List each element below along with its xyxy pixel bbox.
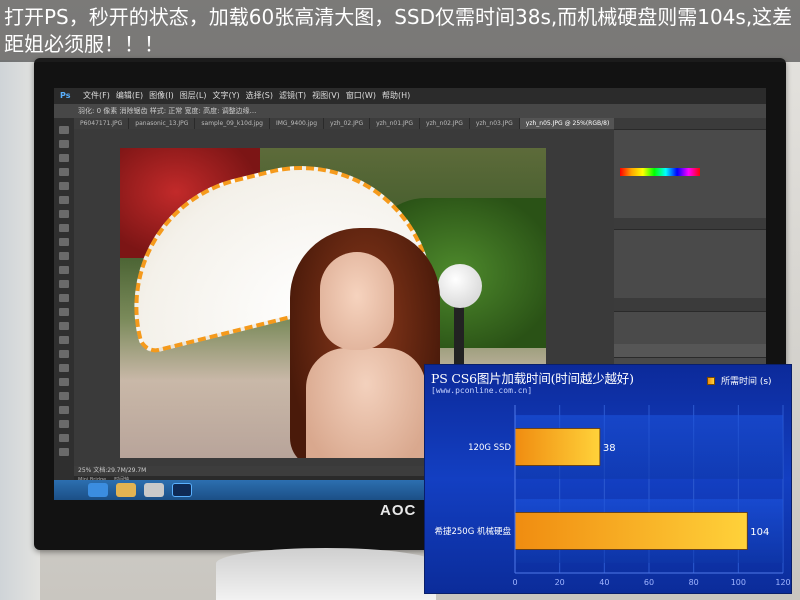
app-icon [144,483,164,497]
x-tick-label: 80 [689,578,699,587]
panel-header [614,218,766,230]
tool-icon[interactable] [59,210,69,218]
bar [514,512,748,550]
photoshop-menu-item[interactable]: 编辑(E) [116,88,143,104]
tool-icon[interactable] [59,182,69,190]
monitor-brand-logo: AOC [380,502,417,519]
photoshop-document-tab[interactable]: IMG_9400.jpg [270,118,325,129]
load-time-chart: PS CS6图片加载时间(时间越少越好) [www.pconline.com.c… [424,364,792,594]
color-spectrum [620,168,700,176]
photoshop-menu-item[interactable]: 选择(S) [246,88,273,104]
panel-header [614,118,766,130]
tool-icon[interactable] [59,406,69,414]
tool-icon[interactable] [59,280,69,288]
photoshop-menu-item[interactable]: 视图(V) [312,88,340,104]
photoshop-document-tab[interactable]: panasonic_13.JPG [129,118,196,129]
lamp-globe [438,264,482,308]
photoshop-menus: 文件(F) 编辑(E) 图像(I) 图层(L) 文字(Y) 选择(S) 滤镜(T) 视图(V)… [83,91,416,100]
chart-plot: 38 120G SSD 104 希捷250G 机械硬盘 0 20 40 60 80 100 120 [434,405,791,587]
photoshop-toolbar [54,118,74,488]
tool-icon[interactable] [59,154,69,162]
tool-icon[interactable] [59,378,69,386]
ie-icon [88,483,108,497]
data-label: 104 [750,527,769,538]
x-tick-label: 120 [775,578,790,587]
data-label: 38 [603,443,616,454]
tool-icon[interactable] [59,336,69,344]
tool-icon[interactable] [59,322,69,330]
x-tick-label: 20 [555,578,565,587]
tool-icon[interactable] [59,434,69,442]
photoshop-menu-item[interactable]: 文件(F) [83,88,110,104]
explorer-icon [116,483,136,497]
layer-row [614,344,766,358]
tool-icon[interactable] [59,308,69,316]
caption-text: 打开PS，秒开的状态，加载60张高清大图，SSD仅需时间38s,而机械硬盘则需1… [4,5,793,56]
photoshop-document-tab[interactable]: P6047171.JPG [74,118,130,129]
photoshop-document-tabs: P6047171.JPG panasonic_13.JPG sample_09_k1… [74,118,614,129]
woman-body [306,348,426,458]
bar [514,428,601,466]
photoshop-menu-item[interactable]: 帮助(H) [382,88,410,104]
tool-icon[interactable] [59,420,69,428]
x-tick-label: 60 [644,578,654,587]
photoshop-menubar: Ps 文件(F) 编辑(E) 图像(I) 图层(L) 文字(Y) 选择(S) 滤镜(T) 视图… [54,88,766,104]
panel-header [614,298,766,312]
photoshop-menu-item[interactable]: 图层(L) [180,88,207,104]
tool-icon[interactable] [59,350,69,358]
tool-icon[interactable] [59,238,69,246]
tool-icon[interactable] [59,294,69,302]
x-tick-label: 100 [731,578,746,587]
tool-icon[interactable] [59,392,69,400]
woman-face [320,252,394,350]
photoshop-menu-item[interactable]: 文字(Y) [212,88,239,104]
tool-icon[interactable] [59,364,69,372]
category-label: 希捷250G 机械硬盘 [434,526,511,537]
photoshop-menu-item[interactable]: 窗口(W) [346,88,376,104]
photoshop-document-tab[interactable]: yzh_n05.JPG @ 25%(RGB/8) [519,118,614,129]
tool-icon[interactable] [59,126,69,134]
monitor-stand [216,548,436,600]
photoshop-document-tab[interactable]: yzh_n03.JPG [470,118,520,129]
category-label: 120G SSD [468,443,511,453]
tool-icon[interactable] [59,266,69,274]
photoshop-document-tab[interactable]: yzh_n02.JPG [420,118,470,129]
x-tick-label: 40 [599,578,609,587]
photoshop-options-bar: 羽化: 0 像素 消除锯齿 样式: 正常 宽度: 高度: 调整边缘... [54,104,766,118]
photoshop-menu-item[interactable]: 图像(I) [149,88,174,104]
x-tick-label: 0 [512,578,517,587]
photoshop-document-tab[interactable]: sample_09_k10d.jpg [195,118,270,129]
tool-icon[interactable] [59,140,69,148]
photoshop-logo: Ps [60,91,71,100]
tool-icon[interactable] [59,196,69,204]
tool-icon[interactable] [59,448,69,456]
caption-banner: 打开PS，秒开的状态，加载60张高清大图，SSD仅需时间38s,而机械硬盘则需1… [0,0,800,62]
photoshop-taskbar-icon [172,483,192,497]
photoshop-document-tab[interactable]: yzh_n01.JPG [370,118,421,129]
photoshop-menu-item[interactable]: 滤镜(T) [279,88,306,104]
tool-icon[interactable] [59,224,69,232]
photoshop-document-tab[interactable]: yzh_02.JPG [324,118,371,129]
tool-icon[interactable] [59,168,69,176]
tool-icon[interactable] [59,252,69,260]
